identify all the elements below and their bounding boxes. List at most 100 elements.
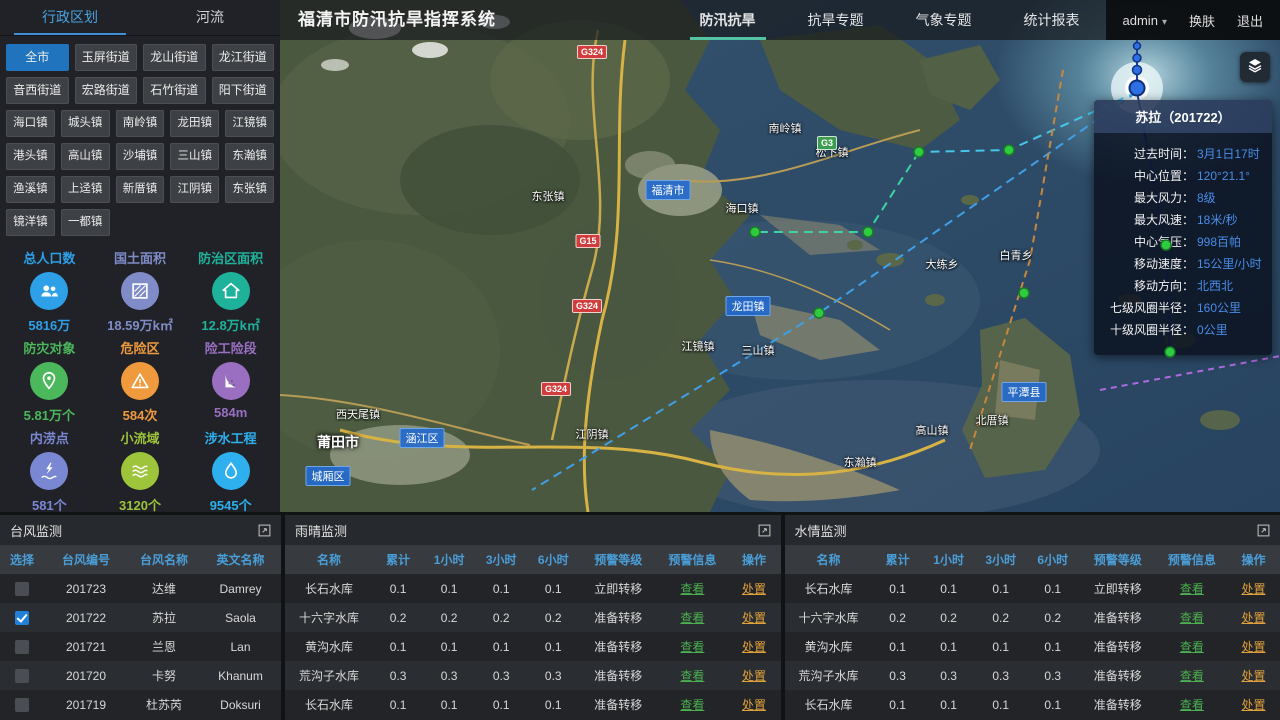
cell-total: 0.2 [873,603,923,632]
typhoon-checkbox[interactable] [15,669,29,683]
region-button-龙田镇[interactable]: 龙田镇 [170,110,219,137]
stat-value: 584次 [95,405,186,424]
region-button-龙山街道[interactable]: 龙山街道 [143,44,206,71]
map-canvas[interactable]: 东张镇南岭镇松下镇海口镇江镜镇三山镇高山镇东瀚镇江阴镇西天尾镇大练乡白青乡北厝镇… [280,0,1280,512]
table-row: 201723达维Damrey [0,574,281,603]
view-link[interactable]: 查看 [1180,582,1204,596]
region-button-石竹街道[interactable]: 石竹街道 [143,77,206,104]
cell-typhoon-name: 卡努 [128,661,200,690]
user-menu[interactable]: admin▾ [1112,13,1178,28]
popup-field-移动方向: 移动方向：北西北 [1102,279,1264,293]
cell-select [0,603,44,632]
region-button-宏路街道[interactable]: 宏路街道 [75,77,138,104]
region-button-上迳镇[interactable]: 上迳镇 [61,176,110,203]
change-skin-button[interactable]: 换肤 [1178,11,1226,30]
typhoon-checkbox[interactable] [15,582,29,596]
handle-link[interactable]: 处置 [742,611,766,625]
column-header-台风编号: 台风编号 [44,545,128,574]
cell-6h: 0.2 [1027,603,1079,632]
nav-tab-防汛抗旱[interactable]: 防汛抗旱 [674,0,782,40]
handle-link[interactable]: 处置 [1241,698,1265,712]
region-button-江镜镇[interactable]: 江镜镇 [225,110,274,137]
cell-warning-info: 查看 [1157,603,1227,632]
stat-value: 18.59万k㎡ [95,315,186,334]
stat-label: 小流域 [95,428,186,447]
cell-1h: 0.1 [423,574,475,603]
tab-administrative-divisions[interactable]: 行政区划 [0,0,140,35]
expand-icon[interactable] [1257,524,1270,537]
sidebar-tab-bar: 行政区划 河流 [0,0,280,36]
expand-icon[interactable] [258,524,271,537]
cell-action: 处置 [1227,574,1280,603]
handle-link[interactable]: 处置 [1241,582,1265,596]
cell-warning-info: 查看 [657,603,727,632]
typhoon-checkbox[interactable] [15,640,29,654]
region-button-镜洋镇[interactable]: 镜洋镇 [6,209,55,236]
logout-button[interactable]: 退出 [1226,11,1274,30]
expand-icon[interactable] [758,524,771,537]
cell-total: 0.1 [373,690,423,719]
view-link[interactable]: 查看 [1180,669,1204,683]
cell-1h: 0.2 [923,603,975,632]
cell-warning-level: 准备转移 [1079,603,1157,632]
cell-action: 处置 [1227,603,1280,632]
layers-button[interactable] [1240,52,1270,82]
view-link[interactable]: 查看 [680,582,704,596]
handle-link[interactable]: 处置 [1241,669,1265,683]
region-button-东张镇[interactable]: 东张镇 [225,176,274,203]
map-label-涵江区: 涵江区 [400,428,445,448]
view-link[interactable]: 查看 [680,640,704,654]
view-link[interactable]: 查看 [1180,611,1204,625]
map-label-江阴镇: 江阴镇 [576,426,609,442]
disaster-target-icon [30,362,68,400]
handle-link[interactable]: 处置 [742,640,766,654]
typhoon-checkbox[interactable] [15,698,29,712]
cell-6h: 0.1 [527,690,579,719]
typhoon-checkbox[interactable] [15,611,29,625]
view-link[interactable]: 查看 [680,611,704,625]
region-button-南岭镇[interactable]: 南岭镇 [116,110,165,137]
stat-险工险段: 险工险段584m [185,338,276,424]
region-button-音西街道[interactable]: 音西街道 [6,77,69,104]
cell-1h: 0.1 [923,690,975,719]
view-link[interactable]: 查看 [680,669,704,683]
region-button-江阴镇[interactable]: 江阴镇 [170,176,219,203]
column-header-选择: 选择 [0,545,44,574]
map-label-江镜镇: 江镜镇 [682,338,715,354]
table-row: 长石水库0.10.10.10.1立即转移查看处置 [785,574,1280,603]
region-button-全市[interactable]: 全市 [6,44,69,71]
view-link[interactable]: 查看 [1180,640,1204,654]
region-button-沙埔镇[interactable]: 沙埔镇 [116,143,165,170]
table-row: 荒沟子水库0.30.30.30.3准备转移查看处置 [285,661,781,690]
road-shield-G15: G15 [575,234,600,248]
nav-tab-抗旱专题[interactable]: 抗旱专题 [782,0,890,40]
handle-link[interactable]: 处置 [1241,640,1265,654]
cell-total: 0.3 [873,661,923,690]
region-button-高山镇[interactable]: 高山镇 [61,143,110,170]
region-button-玉屏街道[interactable]: 玉屏街道 [75,44,138,71]
region-button-阳下街道[interactable]: 阳下街道 [212,77,275,104]
region-button-城头镇[interactable]: 城头镇 [61,110,110,137]
handle-link[interactable]: 处置 [742,669,766,683]
rain-table: 名称累计1小时3小时6小时预警等级预警信息操作 长石水库0.10.10.10.1… [285,545,781,719]
region-button-新厝镇[interactable]: 新厝镇 [116,176,165,203]
region-button-海口镇[interactable]: 海口镇 [6,110,55,137]
handle-link[interactable]: 处置 [742,582,766,596]
handle-link[interactable]: 处置 [742,698,766,712]
prevention-area-icon [212,272,250,310]
region-button-龙江街道[interactable]: 龙江街道 [212,44,275,71]
tab-rivers[interactable]: 河流 [140,0,280,35]
region-button-渔溪镇[interactable]: 渔溪镇 [6,176,55,203]
region-button-东瀚镇[interactable]: 东瀚镇 [225,143,274,170]
view-link[interactable]: 查看 [1180,698,1204,712]
view-link[interactable]: 查看 [680,698,704,712]
region-button-港头镇[interactable]: 港头镇 [6,143,55,170]
nav-tab-统计报表[interactable]: 统计报表 [998,0,1106,40]
region-button-一都镇[interactable]: 一都镇 [61,209,110,236]
stat-小流域: 小流域3120个 [95,428,186,514]
nav-tab-气象专题[interactable]: 气象专题 [890,0,998,40]
cell-3h: 0.1 [475,574,527,603]
handle-link[interactable]: 处置 [1241,611,1265,625]
region-button-三山镇[interactable]: 三山镇 [170,143,219,170]
rain-panel-title: 雨晴监测 [295,521,347,540]
